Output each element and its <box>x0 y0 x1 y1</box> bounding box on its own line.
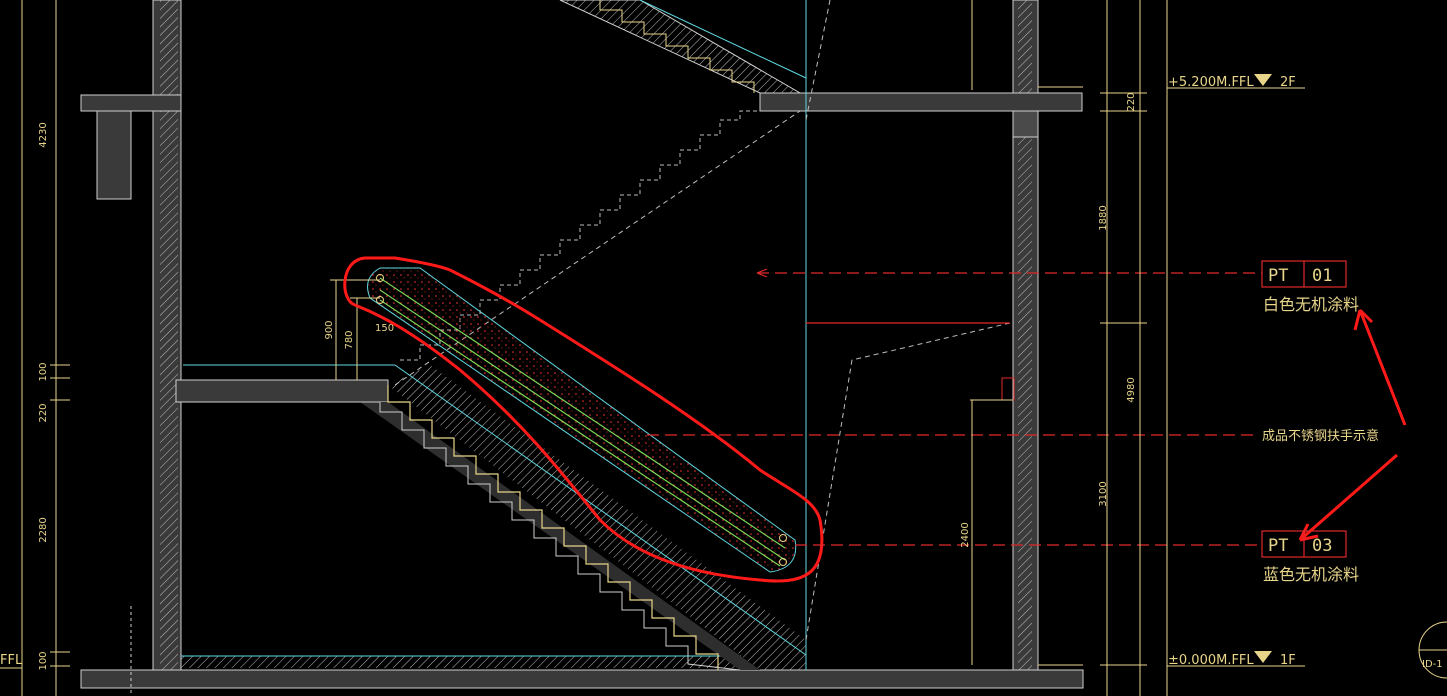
dim-left-2280: 2280 <box>38 517 49 542</box>
level-triangle-icon <box>1254 74 1272 86</box>
dim-left-100-upper: 100 <box>38 362 49 381</box>
handrail-note: 成品不锈钢扶手示意 <box>1262 428 1379 444</box>
dim-inner-2400: 2400 <box>960 522 971 547</box>
svg-text:03: 03 <box>1312 536 1332 556</box>
markup-arrow-upper <box>1353 308 1407 426</box>
level-triangle-icon <box>1254 651 1272 663</box>
tag-pt03-desc: 蓝色无机涂料 <box>1263 565 1359 584</box>
dim-right-1880: 1880 <box>1098 205 1109 230</box>
dashed-line-mid <box>805 322 1011 641</box>
markup-arrow-lower <box>1298 453 1398 542</box>
dim-rail-780: 780 <box>344 330 355 349</box>
svg-text:±0.000M.FFL: ±0.000M.FFL <box>1168 653 1254 668</box>
level-left-ffl: FFL <box>0 653 23 668</box>
tag-pt01: PT 01 白色无机涂料 <box>1261 260 1359 314</box>
svg-text:PT: PT <box>1268 266 1288 286</box>
dim-rail-900: 900 <box>324 320 335 339</box>
svg-text:ID-1: ID-1 <box>1422 659 1443 670</box>
red-marker-box <box>1001 377 1015 401</box>
dim-left-220: 220 <box>38 403 49 422</box>
left-dimension-lines <box>21 0 70 696</box>
structure <box>80 0 1084 689</box>
detail-reference: ID-1 <box>1418 621 1447 679</box>
svg-text:2F: 2F <box>1280 75 1296 90</box>
cad-section-drawing: 4230 100 220 2280 100 FFL 900 780 150 22… <box>0 0 1447 696</box>
dim-right-3100: 3100 <box>1098 481 1109 506</box>
dim-left-4230: 4230 <box>38 122 49 147</box>
level-marker-upper: +5.200M.FFL 2F <box>1167 74 1305 90</box>
dim-right-220: 220 <box>1126 92 1137 111</box>
svg-text:1F: 1F <box>1280 653 1296 668</box>
dim-rail-150: 150 <box>375 323 394 334</box>
dim-left-100-lower: 100 <box>38 651 49 670</box>
tag-pt01-desc: 白色无机涂料 <box>1263 295 1359 314</box>
level-marker-lower: ±0.000M.FFL 1F <box>1167 651 1305 668</box>
dim-right-4980: 4980 <box>1126 377 1137 402</box>
svg-text:+5.200M.FFL: +5.200M.FFL <box>1168 75 1254 90</box>
svg-text:01: 01 <box>1312 266 1332 286</box>
svg-text:PT: PT <box>1268 536 1288 556</box>
